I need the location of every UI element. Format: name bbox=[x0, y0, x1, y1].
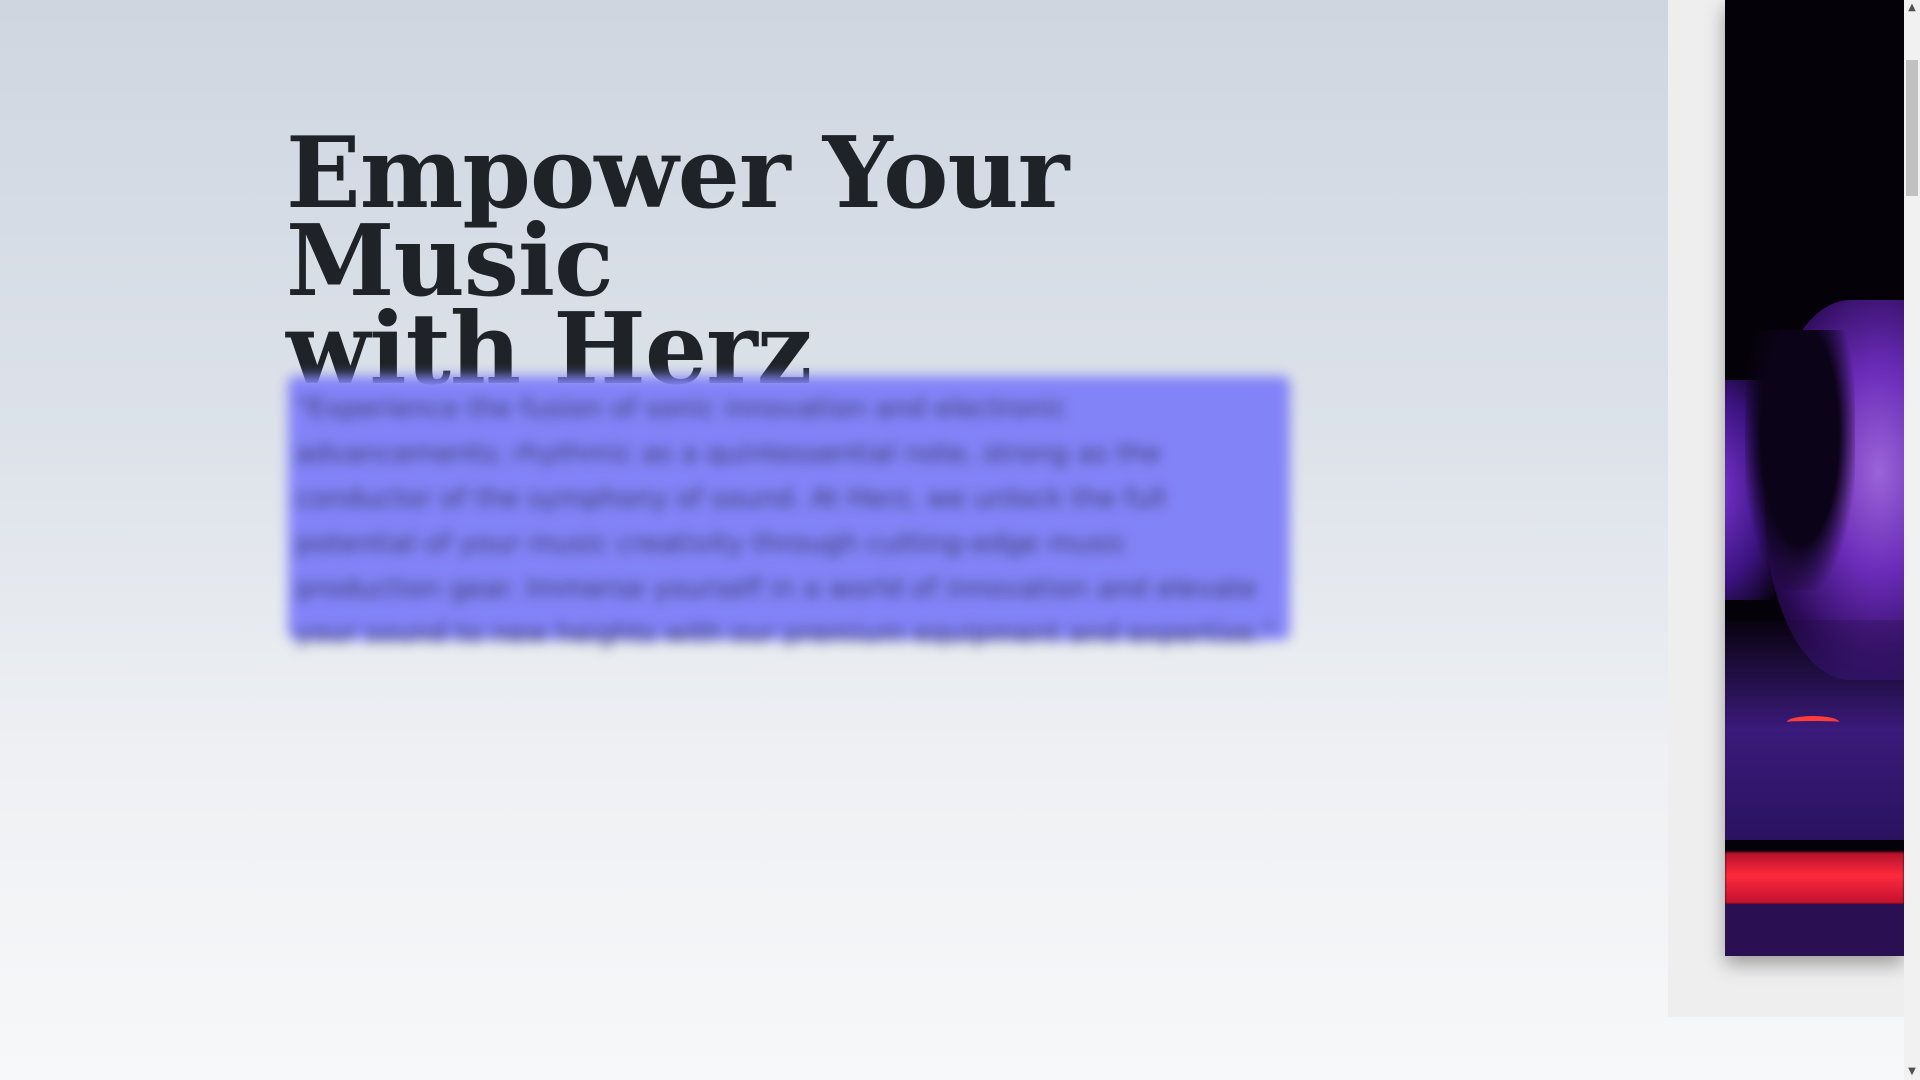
hero-description[interactable]: "Experience the fusion of sonic innovati… bbox=[296, 386, 1280, 656]
scroll-down-icon[interactable]: ▼ bbox=[1904, 1064, 1920, 1080]
hero-section: Empower Your Music with Herz "Experience… bbox=[0, 0, 1668, 1080]
equipment-area bbox=[1725, 620, 1904, 840]
hero-title-line-1: Empower Your Music bbox=[286, 116, 1069, 319]
performer-silhouette bbox=[1745, 330, 1855, 590]
scroll-up-icon[interactable]: ▲ bbox=[1904, 0, 1920, 16]
vertical-scrollbar[interactable]: ▲ ▼ bbox=[1904, 0, 1920, 1080]
hero-description-highlight: "Experience the fusion of sonic innovati… bbox=[288, 376, 1290, 649]
scrollbar-thumb[interactable] bbox=[1906, 60, 1918, 196]
red-indicator-light bbox=[1787, 716, 1839, 728]
stage-photo bbox=[1725, 0, 1904, 956]
hero-title: Empower Your Music with Herz bbox=[286, 125, 1326, 399]
red-light-strip bbox=[1725, 852, 1904, 904]
photo-bottom bbox=[1725, 904, 1904, 956]
